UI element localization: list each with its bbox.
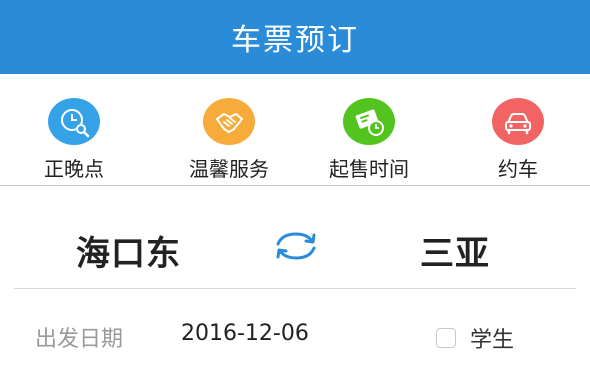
departure-station[interactable]: 海口东: [76, 226, 181, 275]
departure-date-value[interactable]: 2016-12-06: [181, 321, 309, 346]
ticket-clock-icon: [343, 98, 395, 145]
car-icon: [492, 98, 544, 145]
quick-action-car-hailing[interactable]: 约车: [458, 98, 578, 182]
quick-action-delay-status[interactable]: 正晚点: [14, 98, 134, 182]
quick-actions: 正晚点 温馨服务 起售时间 约车: [0, 74, 590, 185]
route-selector: 海口东 三亚: [0, 186, 590, 288]
quick-action-label: 正晚点: [44, 157, 104, 181]
handshake-icon: [203, 98, 255, 145]
swap-arrows-icon[interactable]: [272, 228, 320, 264]
student-checkbox[interactable]: [436, 328, 456, 348]
departure-date-label: 出发日期: [35, 327, 124, 352]
clock-search-icon: [48, 98, 100, 145]
page-title: 车票预订: [231, 23, 359, 58]
arrival-station[interactable]: 三亚: [420, 226, 490, 275]
quick-action-label: 温馨服务: [189, 157, 269, 181]
student-label: 学生: [470, 328, 515, 353]
quick-action-label: 约车: [498, 157, 538, 181]
quick-action-sale-time[interactable]: 起售时间: [309, 98, 429, 182]
student-toggle[interactable]: 学生: [436, 322, 514, 354]
app-header: 车票预订: [0, 0, 590, 74]
quick-action-label: 起售时间: [329, 157, 409, 181]
departure-date-row: 出发日期 2016-12-06 学生: [0, 289, 590, 366]
quick-action-warm-service[interactable]: 温馨服务: [169, 98, 289, 182]
